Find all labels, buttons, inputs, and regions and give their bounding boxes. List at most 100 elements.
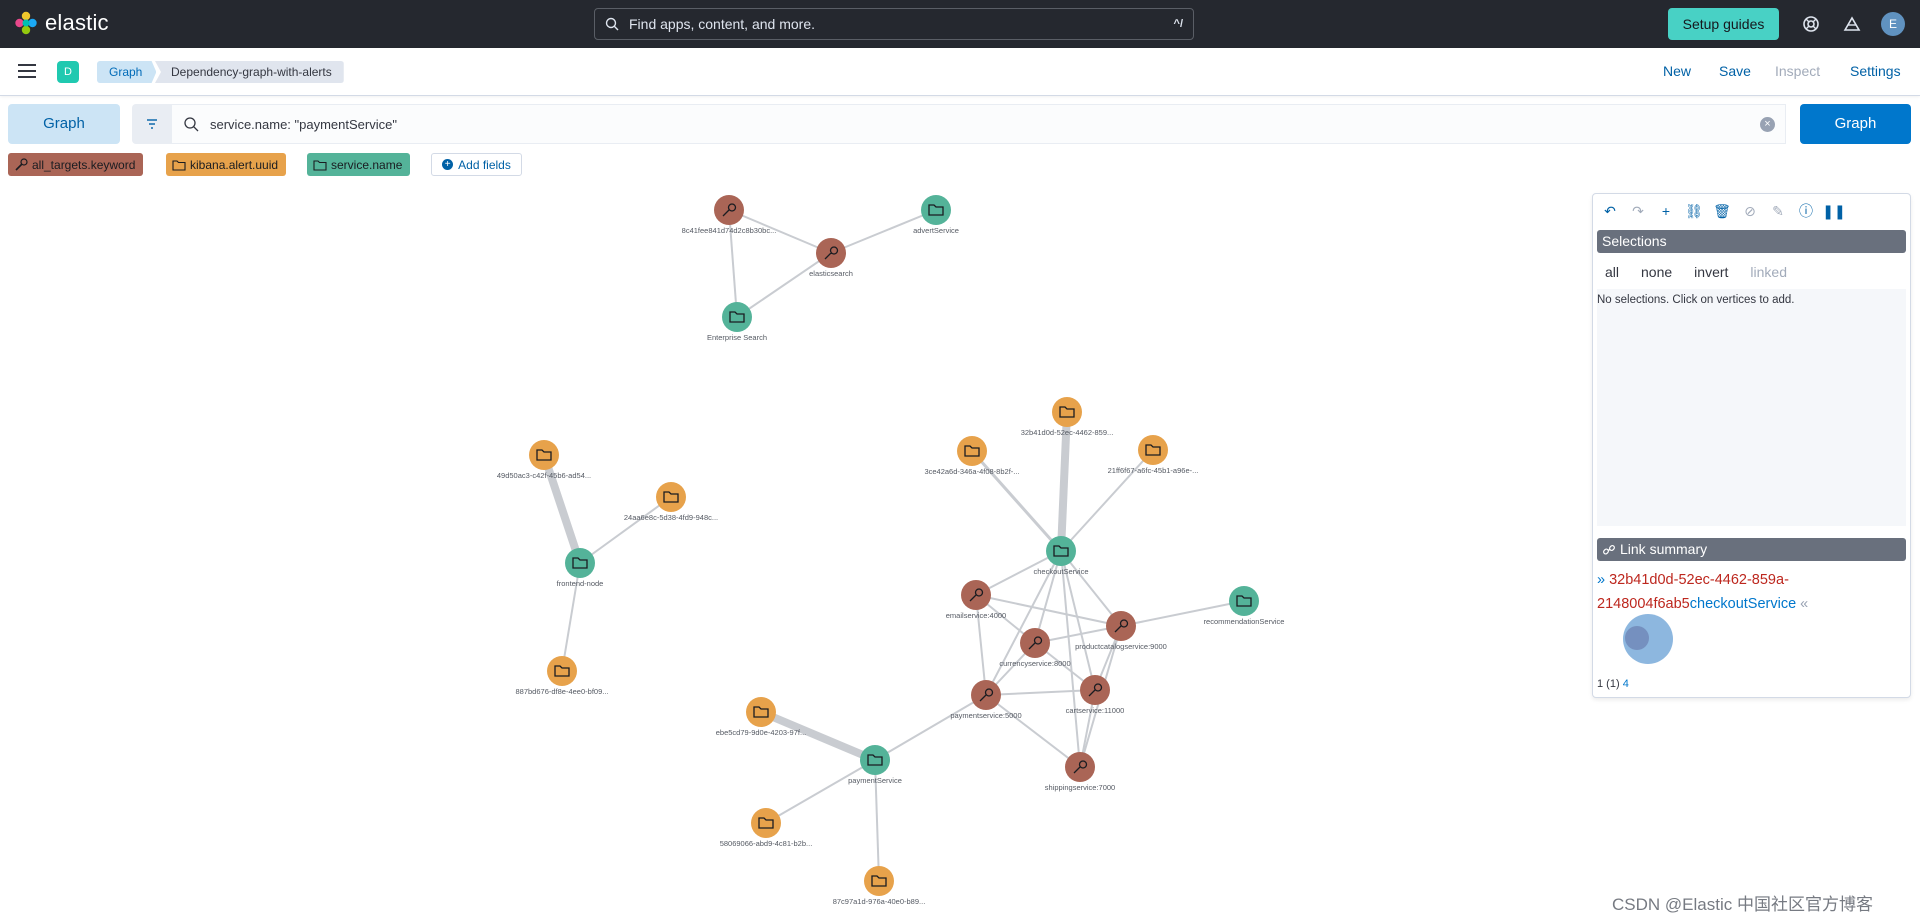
graph-node-a4[interactable]: 32b41d0d-52ec-4462-859...	[1021, 397, 1114, 437]
add-fields-button[interactable]: + Add fields	[431, 153, 522, 176]
breadcrumb-graph[interactable]: Graph	[97, 61, 157, 83]
graph-control-panel: ↶ ↷ + ⛓ 🗑 ⊘ ✎ ⓘ ❚❚ Selections all none i…	[1592, 193, 1911, 698]
settings-link[interactable]: Settings	[1850, 63, 1901, 79]
graph-submit-button[interactable]: Graph	[1800, 104, 1911, 144]
node-circle[interactable]	[921, 195, 951, 225]
node-circle[interactable]	[864, 866, 894, 896]
graph-node-a5[interactable]: 3ce42a6d-346a-4f08-8b2f-...	[924, 436, 1020, 476]
delete-icon[interactable]: 🗑	[1713, 202, 1731, 220]
expand-icon[interactable]: +	[1657, 202, 1675, 220]
link-summary-title: Link summary	[1620, 541, 1708, 557]
no-selection-message: No selections. Click on vertices to add.	[1597, 294, 1795, 306]
setup-guides-button[interactable]: Setup guides	[1668, 8, 1779, 40]
help-icon[interactable]	[1801, 14, 1821, 34]
node-circle[interactable]	[722, 302, 752, 332]
node-circle[interactable]	[746, 697, 776, 727]
graph-node-es-id[interactable]: 8c41fee841d74d2c8b30bc...	[682, 195, 777, 235]
node-label: emailservice:4000	[946, 611, 1006, 620]
graph-node-a3[interactable]: 887bd676-df8e-4ee0-bf09...	[516, 656, 609, 696]
graph-node-paymentsvc[interactable]: paymentservice:5000	[950, 680, 1022, 720]
node-label: 887bd676-df8e-4ee0-bf09...	[516, 687, 609, 696]
node-label: currencyservice:8000	[999, 659, 1070, 668]
search-shortcut: ^/	[1173, 18, 1183, 30]
node-label: 49d50ac3-c42f-45b6-ad54...	[497, 471, 591, 480]
graph-node-shipping[interactable]: shippingservice:7000	[1045, 752, 1115, 792]
graph-node-a6[interactable]: 21ff6f67-a6fc-45b1-a96e-...	[1108, 435, 1199, 475]
drilldown-icon[interactable]: ⓘ	[1797, 202, 1815, 220]
field-alert-uuid[interactable]: kibana.alert.uuid	[166, 153, 287, 176]
style-icon[interactable]: ✎	[1769, 202, 1787, 220]
elastic-logo[interactable]: elastic	[14, 10, 109, 36]
graph-node-advertService[interactable]: advertService	[913, 195, 959, 235]
node-circle[interactable]	[565, 548, 595, 578]
space-avatar[interactable]: D	[57, 61, 79, 83]
add-fields-label: Add fields	[458, 157, 511, 172]
node-circle[interactable]	[1052, 397, 1082, 427]
graph-node-enterprise[interactable]: Enterprise Search	[707, 302, 767, 342]
global-search[interactable]: Find apps, content, and more. ^/	[594, 8, 1194, 40]
node-circle[interactable]	[860, 745, 890, 775]
graph-edge[interactable]	[579, 496, 672, 564]
field-service-name[interactable]: service.name	[307, 153, 411, 176]
node-circle[interactable]	[529, 440, 559, 470]
link-target: checkoutService	[1689, 596, 1797, 612]
field-all-targets[interactable]: all_targets.keyword	[8, 153, 144, 176]
graph-node-productcatalog[interactable]: productcatalogservice:9000	[1075, 611, 1167, 651]
node-label: frontend-node	[557, 579, 604, 588]
graph-edge[interactable]	[736, 252, 832, 318]
menu-icon[interactable]	[18, 64, 36, 78]
node-label: 21ff6f67-a6fc-45b1-a96e-...	[1108, 466, 1199, 475]
field-label: all_targets.keyword	[32, 157, 136, 172]
graph-node-elasticsearch[interactable]: elasticsearch	[809, 238, 853, 278]
node-circle[interactable]	[1046, 536, 1076, 566]
node-label: paymentservice:5000	[950, 711, 1021, 720]
filter-options-button[interactable]	[132, 104, 172, 144]
graph-edge[interactable]	[874, 694, 987, 761]
graph-node-frontend[interactable]: frontend-node	[557, 548, 604, 588]
node-circle[interactable]	[957, 436, 987, 466]
link-summary-text[interactable]: » 32b41d0d-52ec-4462-859a-2148004f6ab5ch…	[1597, 568, 1897, 616]
graph-node-a1[interactable]: 49d50ac3-c42f-45b6-ad54...	[497, 440, 591, 480]
graph-edge[interactable]	[975, 594, 987, 696]
node-circle[interactable]	[656, 482, 686, 512]
graph-edge[interactable]	[765, 759, 876, 824]
query-input[interactable]: service.name: "paymentService" ×	[172, 104, 1786, 144]
node-circle[interactable]	[1229, 586, 1259, 616]
graph-edge[interactable]	[970, 450, 1063, 552]
link-forward-icon: »	[1597, 572, 1606, 588]
select-invert-link[interactable]: invert	[1694, 264, 1728, 280]
select-all-link[interactable]: all	[1605, 264, 1619, 280]
node-label: Enterprise Search	[707, 333, 767, 342]
select-none-link[interactable]: none	[1641, 264, 1672, 280]
pause-layout-icon[interactable]: ❚❚	[1822, 202, 1845, 220]
newsfeed-icon[interactable]	[1842, 14, 1862, 34]
node-circle[interactable]	[547, 656, 577, 686]
undo-icon[interactable]: ↶	[1601, 202, 1619, 220]
link-icon[interactable]: ⛓	[1685, 202, 1703, 220]
node-circle[interactable]	[1138, 435, 1168, 465]
search-placeholder: Find apps, content, and more.	[629, 16, 815, 32]
graph-node-checkout[interactable]: checkoutService	[1033, 536, 1089, 576]
graph-index-selector[interactable]: Graph	[8, 104, 120, 144]
graph-node-a2[interactable]: 24aa6e8c-5d38-4fd9-948c...	[624, 482, 718, 522]
search-icon	[595, 17, 629, 31]
save-link[interactable]: Save	[1719, 63, 1751, 79]
inspect-link[interactable]: Inspect	[1775, 63, 1820, 79]
graph-edge[interactable]	[985, 689, 1096, 696]
graph-node-a7[interactable]: ebe5cd79-9d0e-4203-97f...	[716, 697, 807, 737]
pager-total[interactable]: 4	[1623, 678, 1629, 690]
user-avatar[interactable]: E	[1881, 12, 1905, 36]
select-linked-link[interactable]: linked	[1750, 264, 1787, 280]
watermark: CSDN @Elastic 中国社区官方博客	[1612, 895, 1873, 914]
node-label: paymentService	[848, 776, 902, 785]
graph-node-a8[interactable]: 58069066-abd9-4c81-b2b...	[720, 808, 813, 848]
node-circle[interactable]	[751, 808, 781, 838]
blocklist-icon[interactable]: ⊘	[1741, 202, 1759, 220]
panel-toolbar: ↶ ↷ + ⛓ 🗑 ⊘ ✎ ⓘ ❚❚	[1601, 202, 1846, 220]
new-link[interactable]: New	[1663, 63, 1691, 79]
clear-query-icon[interactable]: ×	[1760, 116, 1775, 132]
node-label: elasticsearch	[809, 269, 853, 278]
redo-icon[interactable]: ↷	[1629, 202, 1647, 220]
node-label: 58069066-abd9-4c81-b2b...	[720, 839, 813, 848]
graph-node-a9[interactable]: 87c97a1d-976a-40e0-b89...	[833, 866, 926, 906]
